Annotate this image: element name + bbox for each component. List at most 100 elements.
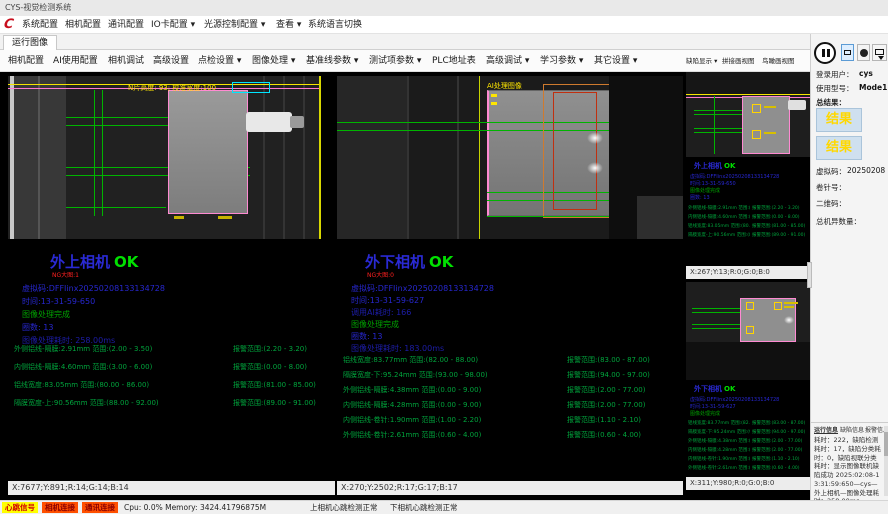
image-gray-zone (14, 76, 66, 239)
measurement-value: 内侧铝线-隔膜:4.28mm 范围:(0.00 - 9.00) (343, 400, 563, 410)
record-icon (860, 49, 868, 57)
result-line: 图像处理完成 (351, 319, 399, 330)
left-camera-title: 外上相机OK (50, 251, 138, 272)
mini-bottom-camera-image[interactable] (686, 282, 810, 380)
measurement-row: 铝线宽度:83.05mm 范围:(80.00 - 86.00) 报警范围:(81… (8, 380, 335, 390)
measurement-row: 内侧铝线-隔膜:4.28mm 范围:(0.00 - 9.00) 报警范围:(2.… (337, 400, 683, 410)
alarm-range: 报警范围:(2.20 - 3.20) (752, 205, 808, 211)
measurement-row: 隔膜宽度-上:90.56mm 范围:(88.00 - 92.00) 报警范围:(… (686, 232, 810, 242)
overlay-green-hline (694, 128, 742, 129)
screen-switch-button[interactable] (872, 44, 887, 61)
total-result-label: 总结果： (816, 97, 846, 108)
overlay-yellow-box (746, 326, 754, 334)
alarm-range: 报警范围:(89.00 - 91.00) (233, 398, 333, 408)
camera-name: 外下相机 (365, 253, 425, 271)
connector-part (788, 100, 806, 110)
view-tab-stitch-view[interactable]: 拼接画视图 (722, 50, 755, 72)
menu-view[interactable]: 查看 ▾ (276, 16, 301, 34)
tool-image-process[interactable]: 图像处理 ▾ (252, 50, 295, 72)
info-tab-run[interactable]: 运行信息 (814, 425, 838, 434)
result-line: 虚拟码:DFFIinx20250208133134728 (351, 283, 494, 294)
measurement-row: 外侧铝线-隔膜:4.38mm 范围:(0.00 - 9.00) 报警范围:(2.… (337, 385, 683, 395)
image-gray-zone (337, 76, 407, 239)
view-tab-bird-view[interactable]: 鸟瞰画视图 (762, 50, 795, 72)
cam-up-heartbeat: 上相机心跳检测正常 (310, 502, 378, 513)
tool-check-set[interactable]: 点检设置 ▾ (198, 50, 241, 72)
result-line: 时间:13-31-59-627 (690, 403, 736, 410)
alarm-range: 报警范围:(2.00 - 77.00) (567, 385, 679, 395)
login-user-label: 登录用户： (816, 69, 854, 80)
tab-run-image[interactable]: 运行图像 (3, 35, 57, 51)
alarm-range: 报警范围:(0.60 - 4.00) (567, 430, 679, 440)
tool-adv-debug[interactable]: 高级调试 ▾ (486, 50, 529, 72)
comm-connect-badge: 通讯连接 (82, 502, 118, 513)
camera-view-button[interactable] (841, 44, 854, 61)
camera-connect-badge: 相机连接 (42, 502, 78, 513)
main-view-area: N片高度: 93; 校准宽度:100 外上相机OK NG大图:1 虚拟码:DFF… (0, 72, 812, 500)
measurement-row: 外侧铝线-卷针:2.61mm 范围:(0.60 - 4.00) 报警范围:(0.… (337, 430, 683, 440)
sidebar-collapse-handle[interactable] (807, 262, 812, 288)
record-button[interactable] (857, 44, 870, 61)
overlay-green-vline (94, 90, 95, 216)
menu-comm-config[interactable]: 通讯配置 (108, 16, 144, 34)
result-line: 圈数: 13 (22, 322, 53, 333)
overlay-yellow-box (752, 130, 761, 139)
overlay-yellow-line (686, 94, 810, 95)
window-titlebar: CYS-视觉检测系统 (0, 0, 888, 16)
left-camera-image[interactable]: N片高度: 93; 校准宽度:100 (8, 76, 321, 239)
image-floor-patch (637, 196, 683, 239)
alarm-range: 报警范围:(1.10 - 2.10) (567, 415, 679, 425)
result-line: 时间:13-31-59-627 (351, 295, 424, 306)
measurement-value: 外侧铝线-隔膜:4.38mm 范围:(0.00 - 9.00) (343, 385, 563, 395)
result-line: 图像处理完成 (22, 309, 70, 320)
image-structure-line (283, 76, 285, 239)
camera-icon (844, 50, 851, 55)
mini-camera-title: 外上相机OK (694, 161, 735, 171)
overlay-green-hline (487, 216, 609, 217)
app-window: CYS-视觉检测系统 C 系统配置 相机配置 通讯配置 IO卡配置 ▾ 光源控制… (0, 0, 888, 522)
alarm-range: 报警范围:(89.00 - 91.00) (752, 232, 808, 238)
result-line: 调用AI耗时: 166 (351, 307, 411, 318)
overlay-green-hline (694, 114, 742, 115)
middle-camera-title: 外下相机OK (365, 251, 453, 272)
tool-baseline-param[interactable]: 基准线参数 ▾ (306, 50, 358, 72)
result-line: 虚拟码:DFFIinx20250208133134728 (690, 173, 779, 180)
result-line: 图像处理完成 (690, 187, 720, 194)
tool-advanced-set[interactable]: 高级设置 (153, 50, 189, 72)
menu-system-config[interactable]: 系统配置 (22, 16, 58, 34)
mini-camera-title: 外下相机OK (694, 384, 735, 394)
alarm-range: 报警范围:(2.00 - 77.00) (752, 438, 808, 444)
tab-strip: 运行图像 (0, 34, 888, 50)
tool-learn-param[interactable]: 学习参数 ▾ (540, 50, 583, 72)
menu-language-switch[interactable]: 系统语言切换 (308, 16, 362, 34)
tool-other-set[interactable]: 其它设置 ▾ (594, 50, 637, 72)
result-line: 图像处理完成 (690, 410, 720, 417)
tool-ai-config[interactable]: AI使用配置 (53, 50, 98, 72)
tool-camera-debug[interactable]: 相机调试 (108, 50, 144, 72)
camera-name: 外上相机 (694, 162, 722, 170)
overlay-yellow-mark (784, 302, 798, 304)
sidebar-scrollbar[interactable] (884, 426, 888, 496)
menu-camera-config[interactable]: 相机配置 (65, 16, 101, 34)
menu-io-config[interactable]: IO卡配置 ▾ (151, 16, 195, 34)
result-line: 圈数: 13 (690, 194, 710, 201)
view-tab-defect-display[interactable]: 缺陷显示 ▾ (686, 50, 717, 72)
tool-camera-config[interactable]: 相机配置 (8, 50, 44, 72)
glare-spot (587, 132, 603, 144)
measurement-row: 外侧铝线-隔膜:2.91mm 范围:(2.00 - 3.50) 报警范围:(2.… (8, 344, 335, 354)
overlay-yellow-vline (479, 76, 480, 239)
pause-button[interactable] (814, 42, 836, 64)
mini-top-camera-image[interactable] (686, 72, 810, 157)
measurement-value: 内侧铝线-隔膜:4.60mm 范围:(3.00 - 6.00) (14, 362, 229, 372)
image-dark-band (686, 342, 810, 380)
scrollbar-thumb[interactable] (884, 432, 888, 456)
tool-plc-table[interactable]: PLC地址表 (432, 50, 476, 72)
menu-light-config[interactable]: 光源控制配置 ▾ (204, 16, 265, 34)
measurement-value: 外侧铝线-卷针:2.61mm 范围:(0.60 - 4.00) (343, 430, 563, 440)
tool-test-param[interactable]: 测试项参数 ▾ (369, 50, 421, 72)
result-line: 时间:13-31-59-650 (22, 296, 95, 307)
middle-camera-image[interactable]: AI处理图像 (337, 76, 683, 239)
left-result-text: 外上相机OK NG大图:1 虚拟码:DFFIinx202502081331347… (8, 239, 335, 481)
cpu-memory-text: Cpu: 0.0% Memory: 3424.41796875M (124, 502, 266, 513)
info-tab-defect[interactable]: 缺陷信息 (840, 425, 864, 434)
